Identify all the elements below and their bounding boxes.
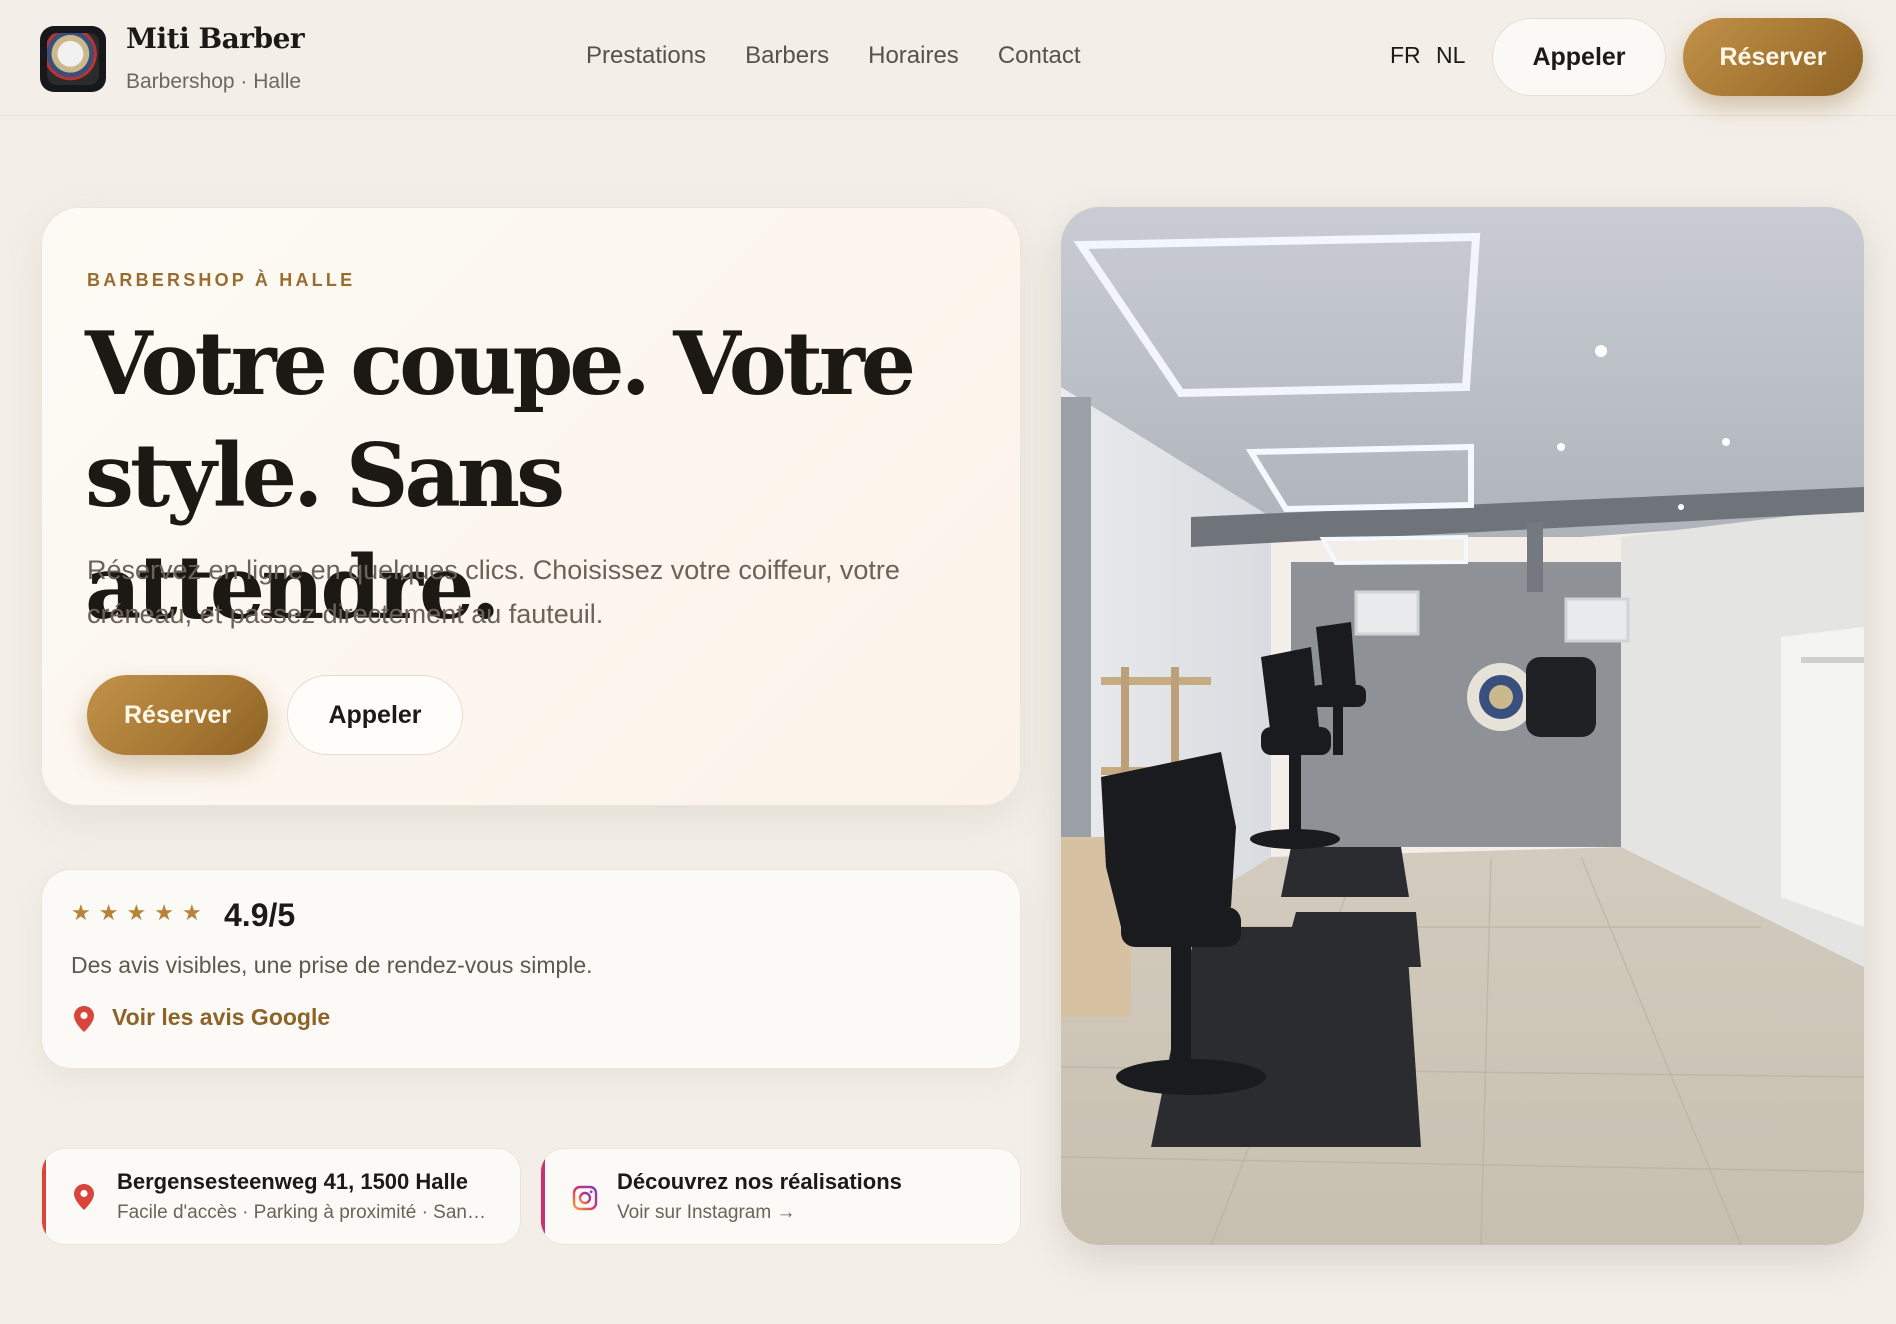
rating-score: 4.9/5 xyxy=(224,897,296,933)
rating-card: ★ ★ ★ ★ ★ 4.9/5 Des avis visibles, une p… xyxy=(41,869,1021,1069)
brand-logo[interactable] xyxy=(40,26,106,92)
rating-text: Des avis visibles, une prise de rendez-v… xyxy=(71,952,593,978)
logo-icon xyxy=(47,33,99,85)
instagram-accent xyxy=(541,1149,545,1244)
barbershop-interior-photo xyxy=(1061,207,1864,1245)
star-icon: ★ xyxy=(98,900,119,925)
photo-illustration xyxy=(1061,207,1864,1245)
star-icon: ★ xyxy=(181,900,202,925)
map-pin-icon xyxy=(74,1006,94,1032)
star-icon: ★ xyxy=(154,900,174,925)
book-button[interactable]: Réserver xyxy=(87,675,268,755)
brand-name[interactable]: Miti Barber xyxy=(126,22,305,55)
instagram-card[interactable]: Découvrez nos réalisations Voir sur Inst… xyxy=(540,1148,1021,1245)
google-reviews-link[interactable]: Voir les avis Google xyxy=(112,1004,330,1031)
brand-subtitle: Barbershop · Halle xyxy=(126,70,302,93)
main-nav: Prestations Barbers Horaires Contact xyxy=(586,42,1081,70)
instagram-subtitle: Voir sur Instagram → xyxy=(617,1202,796,1223)
star-icon: ★ xyxy=(126,900,147,925)
instagram-icon xyxy=(572,1185,598,1211)
star-rating: ★ ★ ★ ★ ★ xyxy=(71,900,202,926)
call-button[interactable]: Appeler xyxy=(287,675,463,755)
address-subtitle: Facile d'accès · Parking à proximité · S… xyxy=(117,1202,492,1223)
star-icon: ★ xyxy=(71,900,91,925)
map-pin-icon xyxy=(74,1184,94,1210)
hero-card: BARBERSHOP À HALLE Votre coupe. Votre st… xyxy=(41,207,1021,806)
hero-description: Réservez en ligne en quelques clics. Cho… xyxy=(87,555,900,629)
hero-title-line1: Votre coupe. Votre xyxy=(85,312,916,415)
lang-nl[interactable]: NL xyxy=(1436,42,1465,69)
address-accent xyxy=(42,1149,46,1244)
call-button-header[interactable]: Appeler xyxy=(1492,18,1666,96)
address-card[interactable]: Bergensesteenweg 41, 1500 Halle Facile d… xyxy=(41,1148,521,1245)
book-button-header[interactable]: Réserver xyxy=(1683,18,1863,96)
nav-barbers[interactable]: Barbers xyxy=(745,42,829,70)
nav-contact[interactable]: Contact xyxy=(998,42,1081,70)
instagram-title: Découvrez nos réalisations xyxy=(617,1169,902,1194)
nav-horaires[interactable]: Horaires xyxy=(868,42,959,70)
site-header: Miti Barber Barbershop · Halle Prestatio… xyxy=(0,0,1896,116)
nav-prestations[interactable]: Prestations xyxy=(586,42,706,70)
hero-eyebrow: BARBERSHOP À HALLE xyxy=(87,270,356,290)
address-title: Bergensesteenweg 41, 1500 Halle xyxy=(117,1169,468,1194)
lang-fr[interactable]: FR xyxy=(1390,42,1421,69)
